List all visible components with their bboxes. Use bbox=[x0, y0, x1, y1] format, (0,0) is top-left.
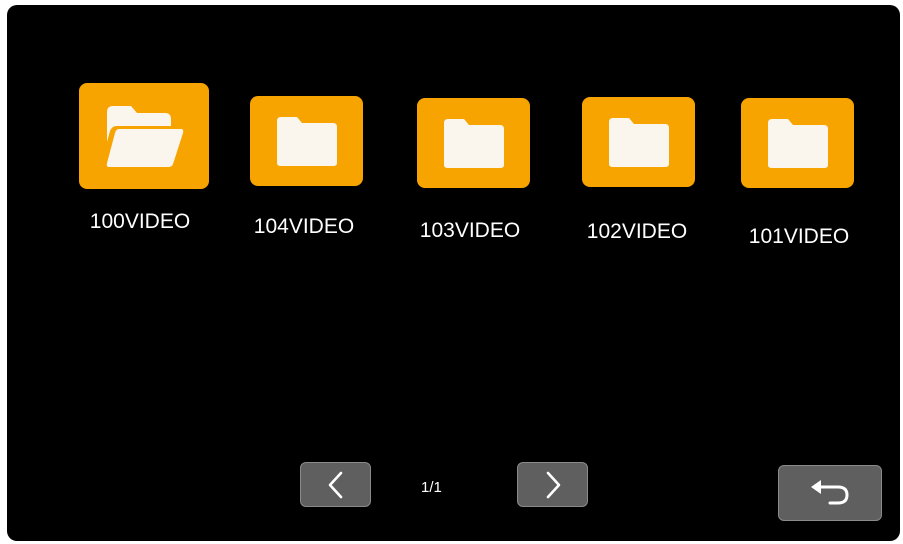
folder-label: 103VIDEO bbox=[419, 219, 521, 242]
folder-label: 100VIDEO bbox=[89, 210, 191, 233]
folder-open-icon bbox=[106, 106, 184, 167]
folder-tile-102video[interactable] bbox=[582, 97, 695, 187]
folder-tile-104video[interactable] bbox=[250, 96, 363, 186]
file-browser-screen: 100VIDEO 104VIDEO 103VIDEO 102VIDEO 101V… bbox=[7, 5, 900, 541]
folder-icon bbox=[443, 119, 504, 168]
previous-page-button[interactable] bbox=[300, 462, 371, 507]
back-button[interactable] bbox=[778, 465, 882, 521]
folder-icon bbox=[767, 119, 828, 168]
page-indicator: 1/1 bbox=[421, 479, 442, 496]
folder-tile-101video[interactable] bbox=[741, 98, 854, 188]
folder-label: 104VIDEO bbox=[253, 215, 355, 238]
next-page-button[interactable] bbox=[517, 462, 588, 507]
folder-tile-100video[interactable] bbox=[79, 83, 209, 189]
chevron-left-icon bbox=[328, 471, 342, 498]
return-arrow-icon bbox=[811, 480, 849, 505]
folder-icon bbox=[608, 118, 669, 167]
folder-label: 102VIDEO bbox=[586, 220, 688, 243]
folder-tile-103video[interactable] bbox=[417, 98, 530, 188]
folder-label: 101VIDEO bbox=[748, 225, 850, 248]
folder-icon bbox=[276, 117, 337, 166]
chevron-right-icon bbox=[546, 471, 560, 498]
